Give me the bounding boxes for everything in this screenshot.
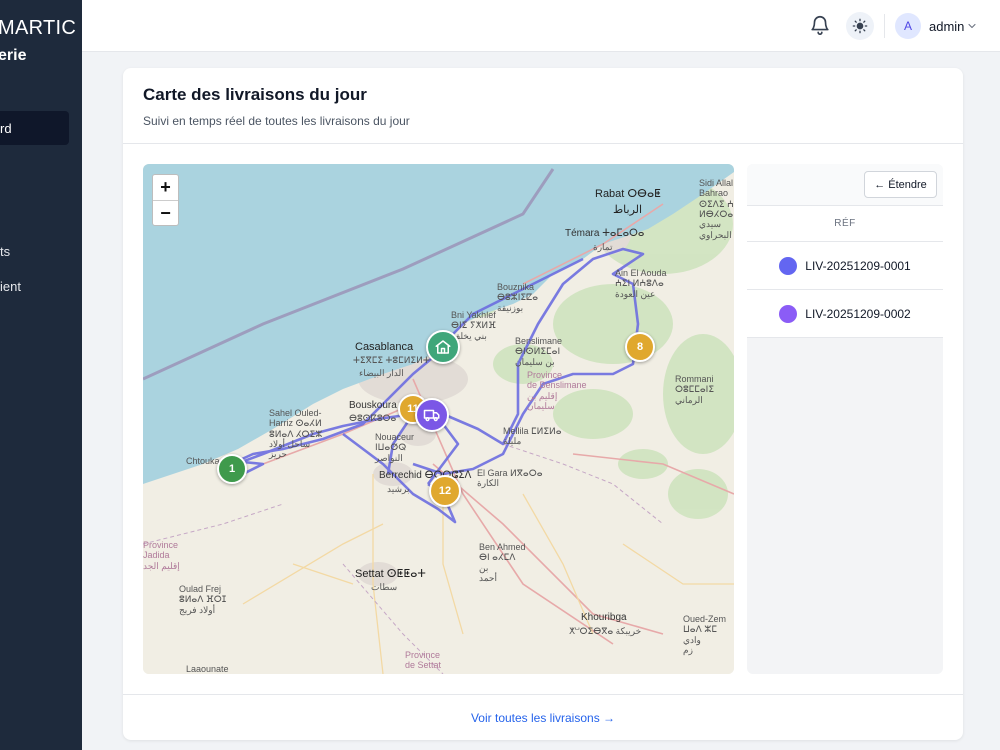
map-label-khouribga: Khouribga (581, 612, 627, 623)
map-label-temara-ar: تمارة (593, 242, 613, 252)
delivery-row[interactable]: LIV-20251209-0002 (747, 290, 943, 338)
vehicle-marker[interactable] (415, 398, 449, 432)
map-label-province-settat: Province de Settat (405, 650, 442, 671)
ref-column-header: RÉF (747, 206, 943, 242)
map-label-casablanca-tf: ⵜⵉⴳⵎⵉ ⵜⵓⵎⵍⵉⵍⵜ (353, 355, 430, 365)
map-label-settat-ar: سطات (371, 582, 398, 592)
map-label-ouled-frej: Oulad Frej ⵓⵍⴰⴷ ⴼⵔⵊ أولاد فريج (179, 584, 227, 615)
divider (123, 694, 963, 695)
map-label-settat: Settat ⵙⵟⵟⴰⵜ (355, 568, 426, 580)
map-label-bouskoura-tf: ⴱⵓⵙⴽⵓⵔⴰ (349, 413, 397, 423)
card-subtitle: Suivi en temps réel de toutes les livrai… (143, 114, 410, 128)
map-label-bouznika: Bouznika ⴱⵓⵣⵏⵉⵇⴰ بوزنيقة (497, 282, 539, 313)
header-divider (884, 14, 885, 38)
bell-icon[interactable] (809, 14, 831, 36)
map-label-casablanca: Casablanca (355, 341, 414, 353)
divider (123, 143, 963, 144)
brand-name: MARTIC (0, 17, 77, 39)
delivery-color-dot (779, 256, 798, 275)
map-label-sidi-allal: Sidi Allal Bahrao ⵙⵉⴷⵉ ⵄⵍⵍⴰⵍ ⵍⴱⵃⵔⴰⵡⵉ سيد… (699, 178, 734, 240)
panel-toolbar: ← Étendre (747, 164, 943, 206)
map-label-ben-ahmed: Ben Ahmed ⴱⵏ ⴰⵃⵎⴷ بن أحمد (479, 542, 526, 584)
deliveries-map[interactable]: Rabat ⵔⴱⴰⵟ الرباط Témara ⵜⴰⵎⴰⵔⴰ تمارة Si… (143, 164, 734, 674)
user-name[interactable]: admin (929, 19, 964, 34)
top-header: A admin (82, 0, 1000, 52)
map-label-nouaceur: Nouaceur ⵏⵡⴰⵚⵕ النواصر (375, 432, 415, 463)
map-label-benslimane: Benslimane ⴱⵏⵙⵍⵉⵎⴰⵏ بن سليمان (515, 336, 563, 367)
expand-button[interactable]: ← Étendre (864, 171, 937, 198)
depot-marker[interactable] (426, 330, 460, 364)
map-label-bni-yakhlef: Bni Yakhlef ⴱⵏⵉ ⵢⵅⵍⴼ بني يخلف (451, 310, 497, 341)
sidebar-item-label: rd (0, 121, 12, 136)
map-label-laaounate: Laaounate (186, 664, 229, 674)
sidebar-item-espace-client[interactable]: ient (0, 279, 21, 294)
delivery-row[interactable]: LIV-20251209-0001 (747, 242, 943, 290)
zoom-out-button[interactable]: − (153, 201, 178, 226)
zoom-control: + − (152, 174, 179, 226)
sun-icon (852, 18, 868, 34)
card-title: Carte des livraisons du jour (143, 85, 367, 104)
sidebar-item-dashboard[interactable]: rd (0, 111, 69, 145)
view-all-deliveries-link[interactable]: Voir toutes les livraisons → (123, 711, 963, 725)
chevron-down-icon[interactable] (966, 20, 978, 32)
sidebar: MARTIC erie rd ts ient (0, 0, 82, 750)
map-label-rommani: Rommani ⵔⵓⵎⵎⴰⵏⵉ الرماني (675, 374, 715, 405)
map-label-khouribga-tf: ⵅⵯⵔⵉⴱⴳⴰ خريبكة (569, 626, 642, 636)
map-label-temara: Témara ⵜⴰⵎⴰⵔⴰ (565, 228, 645, 239)
truck-icon (423, 409, 440, 422)
avatar[interactable]: A (895, 13, 921, 39)
delivery-ref: LIV-20251209-0002 (805, 306, 911, 321)
map-label-province-benslimane: Province de Benslimane إقليم بن سليمان (527, 370, 587, 412)
zoom-in-button[interactable]: + (153, 175, 178, 200)
map-label-rabat: Rabat ⵔⴱⴰⵟ (595, 188, 661, 200)
map-label-rabat-ar: الرباط (613, 204, 643, 216)
theme-toggle-button[interactable] (846, 12, 874, 40)
deliveries-panel: ← Étendre RÉF LIV-20251209-0001 LIV-2025… (747, 164, 943, 674)
map-label-casablanca-ar: الدار البيضاء (359, 368, 404, 378)
cluster-marker-12[interactable]: 12 (429, 475, 461, 507)
map-label-oued-zem: Oued-Zem ⵡⴰⴷ ⵣⵎ وادي زم (683, 614, 727, 656)
map-label-berrechid-ar: برشيد (387, 484, 410, 494)
delivery-color-dot (779, 304, 798, 323)
map-label-berrechid: Berrechid ⴱⵔⵔⵛⵉⴷ (379, 470, 472, 481)
map-label-ain-aouda: Ain El Aouda ⵄⵉⵏ ⵍⵄⵓⴷⴰ عين العودة (615, 268, 667, 299)
sidebar-item-clients[interactable]: ts (0, 244, 10, 259)
map-label-el-gara: El Gara ⵍⴳⴰⵔⴰ الكارة (477, 468, 543, 489)
map-label-province-jadida: Province Jadida إقليم الجد (143, 540, 180, 571)
cluster-marker-8[interactable]: 8 (625, 332, 655, 362)
deliveries-map-card: Carte des livraisons du jour Suivi en te… (123, 68, 963, 740)
map-label-bouskoura: Bouskoura (349, 400, 397, 411)
cluster-marker-1[interactable]: 1 (217, 454, 247, 484)
map-label-mellila: Mellila ⵎⵍⵉⵍⴰ مليلة (503, 426, 562, 447)
brand-subtitle: erie (0, 47, 27, 64)
map-label-sahel: Sahel Ouled- Harriz ⵙⴰⵃⵍ ⵓⵍⴰⴷ ⵃⵔⵉⵣ ساحل … (269, 408, 323, 460)
map-label-chtouka: Chtouka (186, 456, 220, 466)
home-icon (435, 340, 451, 354)
delivery-ref: LIV-20251209-0001 (805, 258, 911, 273)
